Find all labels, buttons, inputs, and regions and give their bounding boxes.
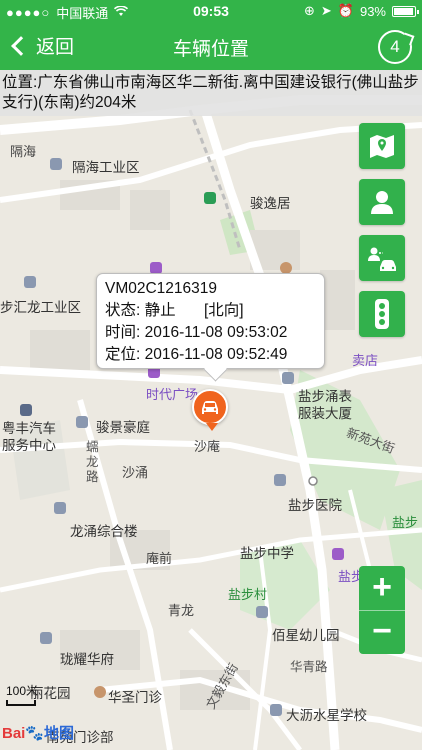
map-label: 大沥水星学校 xyxy=(286,708,367,723)
paw-icon: 🐾 xyxy=(25,725,45,742)
poi-icon xyxy=(54,502,66,514)
poi-icon xyxy=(50,158,62,170)
map-label: 粤丰汽车服务中心 xyxy=(2,421,56,453)
top-bar: ●●●●○ 中国联通 09:53 ⊕ ➤ ⏰ 93% 返回 车辆位置 4 xyxy=(0,0,422,70)
direction-value: [北向] xyxy=(203,302,244,319)
person-car-icon xyxy=(368,247,396,271)
status-bar: ●●●●○ 中国联通 09:53 ⊕ ➤ ⏰ 93% xyxy=(0,0,422,22)
map-label: 隔海 xyxy=(10,144,37,159)
map-label: 青龙 xyxy=(168,603,195,618)
status-value: 静止 xyxy=(144,302,176,319)
map-label: 庵前 xyxy=(146,551,173,566)
poi-icon xyxy=(94,686,106,698)
alarm-icon: ⏰ xyxy=(337,3,354,18)
poi-icon xyxy=(274,474,286,486)
refresh-countdown: 4 xyxy=(390,37,400,56)
refresh-countdown-button[interactable]: 4 xyxy=(378,30,412,64)
map-label: 珑耀华府 xyxy=(60,652,114,667)
poi-icon xyxy=(204,192,216,204)
map-label: 华青路 xyxy=(290,660,328,674)
poi-icon xyxy=(24,276,36,288)
battery-percent: 93% xyxy=(359,3,386,19)
poi-icon xyxy=(20,404,32,416)
locate-value: 2016-11-08 09:52:49 xyxy=(144,346,288,363)
poi-icon xyxy=(256,606,268,618)
location-arrow-icon: ➤ xyxy=(320,3,332,18)
poi-icon xyxy=(76,416,88,428)
map-label: 盐步 xyxy=(392,515,419,530)
locate-row: 定位: 2016-11-08 09:52:49 xyxy=(105,346,288,363)
map-label: 盐步村 xyxy=(228,587,268,602)
map-label: 佰星幼儿园 xyxy=(272,628,340,643)
map-label: 盐步涌表服装大厦 xyxy=(298,389,352,421)
plate-number: VM02C1216319 xyxy=(105,280,218,297)
map-label: 华圣门诊 xyxy=(108,690,162,705)
poi-icon xyxy=(282,372,294,384)
address-bar: 位置:广东省佛山市南海区华二新街.离中国建设银行(佛山盐步支行)(东南)约204… xyxy=(0,70,422,116)
my-location-button[interactable] xyxy=(359,179,405,225)
car-icon xyxy=(202,401,218,414)
status-row: 状态: 静止 [北向] xyxy=(105,302,244,319)
vehicle-marker[interactable] xyxy=(192,389,228,431)
map-icon xyxy=(370,135,394,158)
map-label: 时代广场 xyxy=(146,387,199,402)
traffic-light-icon xyxy=(375,299,389,329)
zoom-in-button[interactable]: + xyxy=(359,566,405,610)
map-label: 盐步中学 xyxy=(240,546,294,561)
map-label: 步汇龙工业区 xyxy=(0,300,81,315)
map-type-button[interactable] xyxy=(359,123,405,169)
vehicle-info-popup[interactable]: VM02C1216319 状态: 静止 [北向] 时间: 2016-11-08 … xyxy=(96,273,325,369)
nav-bar: 返回 车辆位置 4 xyxy=(0,22,422,70)
person-icon xyxy=(371,191,393,214)
poi-icon xyxy=(40,632,52,644)
poi-icon xyxy=(332,548,344,560)
map-label: 沙涌 xyxy=(122,465,149,480)
battery-icon xyxy=(392,5,419,17)
page-title: 车辆位置 xyxy=(172,39,249,60)
time-value: 2016-11-08 09:53:02 xyxy=(144,324,288,341)
map-label: 蠕龙路 xyxy=(86,440,99,484)
time-row: 时间: 2016-11-08 09:53:02 xyxy=(105,324,288,341)
person-and-car-button[interactable] xyxy=(359,235,405,281)
poi-icon xyxy=(270,704,282,716)
map-label: 沙庵 xyxy=(194,439,221,454)
traffic-button[interactable] xyxy=(359,291,405,337)
baidu-map-logo: Bai🐾地图 xyxy=(2,725,75,742)
map-label: 龙涌综合楼 xyxy=(70,524,138,539)
scale-label: 100米 xyxy=(6,684,39,698)
map-label: 盐步医院 xyxy=(288,498,342,513)
map-label: 骏逸居 xyxy=(250,196,291,211)
map-label: 隔海工业区 xyxy=(72,160,140,175)
map-label: 骏景豪庭 xyxy=(96,420,150,435)
map-scale: 100米 xyxy=(6,682,38,706)
lock-rotation-icon: ⊕ xyxy=(303,3,315,18)
zoom-control: + − xyxy=(359,566,405,654)
zoom-out-button[interactable]: − xyxy=(359,610,405,654)
map-label: 卖店 xyxy=(352,353,379,368)
